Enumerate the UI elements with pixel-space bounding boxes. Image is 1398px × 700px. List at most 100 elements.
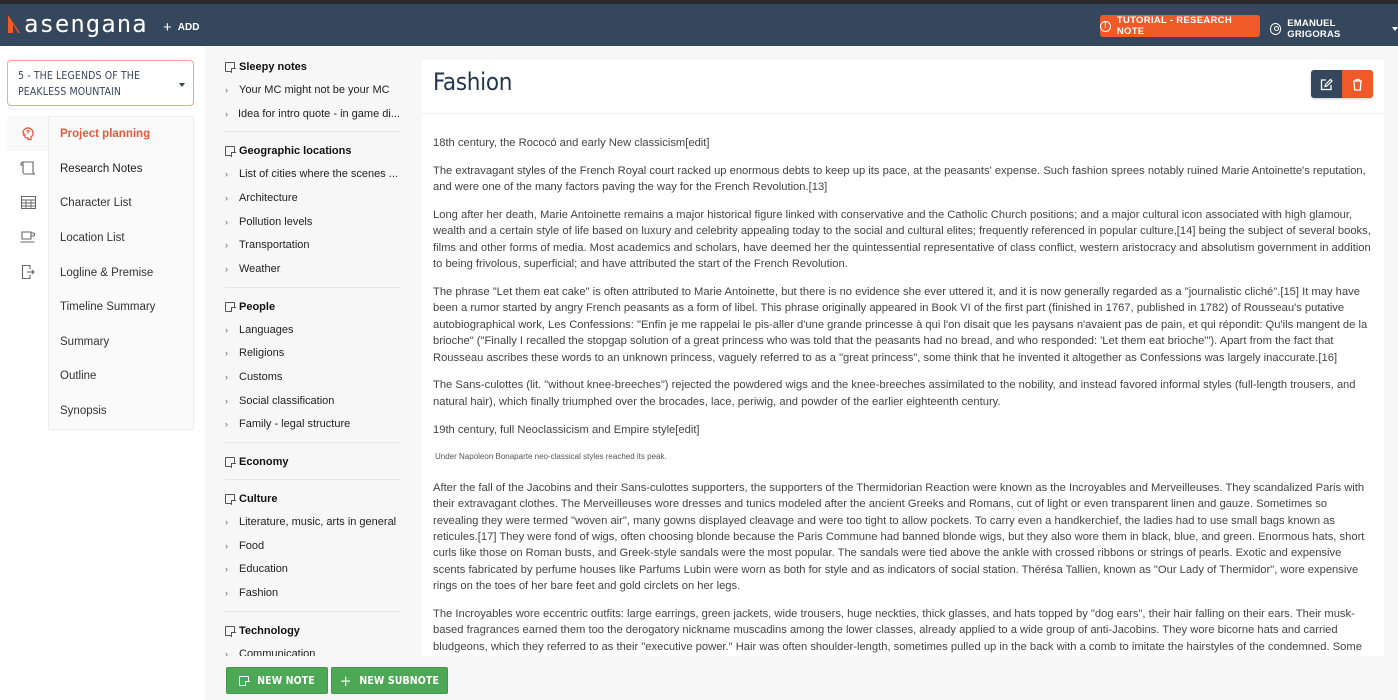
user-menu[interactable]: EMANUEL GRIGORAS [1270,18,1398,40]
note-item[interactable]: › List of cities where the scenes ... [225,162,400,186]
sidebar-icon-table[interactable] [7,185,49,220]
note-item[interactable]: › Architecture [225,186,400,210]
note-item[interactable]: › Weather [225,257,400,281]
note-item[interactable]: › Religions [225,342,400,366]
sidebar-item-summary[interactable]: Summary [49,325,193,360]
note-item[interactable]: › Family - legal structure [225,413,400,437]
note-item[interactable]: › Literature, music, arts in general [225,510,400,534]
note-content: Fashion 18th century, the Rococó and ear… [422,60,1384,700]
note-group: Culture › Literature, music, arts in gene… [205,488,420,605]
note-body[interactable]: 18th century, the Rococó and early New c… [433,135,1373,683]
sidebar-icon-column [7,116,49,289]
note-group-title: People [239,300,276,313]
sidebar-icon-research[interactable] [7,151,49,186]
note-item-label: Communication [239,647,316,656]
note-group-header[interactable]: Culture [225,488,400,510]
sidebar-icon-export[interactable] [7,254,49,289]
note-item[interactable]: › Transportation [225,233,400,257]
divider [225,131,400,133]
chevron-right-icon: › [225,324,228,335]
sidebar-item-project-planning[interactable]: Project planning [49,117,193,152]
note-item-label: Religions [239,347,285,360]
paragraph: Long after her death, Marie Antoinette r… [433,209,1371,271]
sidebar-item-logline-premise[interactable]: Logline & Premise [49,255,193,290]
sidebar-item-character-list[interactable]: Character List [49,186,193,221]
note-group-header[interactable]: Economy [225,451,400,473]
divider [225,611,400,612]
note-item-label: Weather [239,262,281,275]
chevron-right-icon: › [225,240,228,251]
sticky-note-icon [225,62,236,73]
top-navbar: asengana + ADD ! TUTORIAL - RESEARCH NOT… [0,0,1398,46]
logo-mark-icon [8,15,22,33]
note-item-label: Fashion [239,587,279,600]
sidebar-nav: Project planning Research Notes Characte… [48,116,194,430]
scrollbar-track[interactable] [1384,60,1398,656]
note-group-header[interactable]: Geographic locations [225,140,400,162]
section-heading: 18th century, the Rococó and early New c… [433,137,710,149]
new-subnote-label: NEW SUBNOTE [359,674,440,687]
divider [225,442,400,444]
note-group-title: Culture [239,493,278,506]
edit-button[interactable] [1311,70,1342,98]
note-item[interactable]: › Food [225,534,400,558]
tutorial-button[interactable]: ! TUTORIAL - RESEARCH NOTE [1100,15,1260,37]
sticky-note-icon [225,146,236,157]
add-button[interactable]: + ADD [163,19,199,36]
sticky-note-icon [225,626,236,637]
note-group: Economy [205,451,420,473]
sidebar-item-synopsis[interactable]: Synopsis [49,394,193,429]
sticky-note-icon [225,494,236,505]
note-item[interactable]: › Idea for intro quote - in game di... [225,102,400,126]
delete-button[interactable] [1342,70,1373,98]
chevron-right-icon: › [225,372,228,383]
new-subnote-button[interactable]: + NEW SUBNOTE [331,667,448,694]
note-item-label: List of cities where the scenes ... [239,168,398,181]
left-panel: 5 - THE LEGENDS OF THE PEAKLESS MOUNTAIN… [0,46,205,700]
note-group: Geographic locations › List of cities whe… [205,140,420,280]
logo[interactable]: asengana [8,12,148,36]
note-group-header[interactable]: Sleepy notes [225,56,400,78]
project-select[interactable]: 5 - THE LEGENDS OF THE PEAKLESS MOUNTAIN [7,60,194,106]
note-item[interactable]: › Communication [225,642,400,656]
chevron-right-icon: › [225,108,228,119]
new-note-button[interactable]: NEW NOTE [226,667,328,694]
note-item[interactable]: › Languages [225,318,400,342]
user-name: EMANUEL GRIGORAS [1287,18,1341,40]
note-item[interactable]: › Social classification [225,389,400,413]
note-item-label: Literature, music, arts in general [239,516,397,529]
chevron-right-icon: › [225,348,228,359]
bottom-action-bar: NEW NOTE + NEW SUBNOTE [205,656,1398,700]
chevron-down-icon [179,83,185,87]
sidebar-item-location-list[interactable]: Location List [49,221,193,256]
paragraph: The phrase "Let them eat cake" is often … [433,286,1368,364]
section-heading: 19th century, full Neoclassicism and Emp… [433,423,700,436]
image-caption: Under Napoleon Bonaparte neo-classical s… [435,452,667,462]
paragraph: The Sans-culottes (lit. "without knee-br… [433,379,1356,408]
note-group-header[interactable]: Technology [225,620,400,642]
sidebar-item-outline[interactable]: Outline [49,359,193,394]
paragraph: The extravagant styles of the French Roy… [433,164,1366,194]
chevron-right-icon: › [225,216,228,227]
note-group: Technology ›Communication ›Weapons [205,620,420,656]
note-group-header[interactable]: People [225,296,400,318]
sidebar-icon-project-planning[interactable] [7,116,49,151]
chevron-down-icon [1392,27,1398,31]
note-item[interactable]: › Education [225,558,400,582]
note-item-label: Food [239,539,265,552]
note-title: Fashion [433,68,513,96]
note-item[interactable]: › Customs [225,365,400,389]
note-item[interactable]: › Your MC might not be your MC [225,78,400,102]
note-item-active[interactable]: › Fashion [225,581,400,605]
note-group: Sleepy notes › Your MC might not be your … [205,56,420,125]
trash-icon [1353,78,1362,91]
chevron-right-icon: › [225,84,228,95]
logo-text: asengana [24,10,148,38]
plus-icon: + [163,19,172,36]
note-item-label: Languages [239,323,294,336]
note-item[interactable]: › Pollution levels [225,210,400,234]
sidebar-icon-coffee[interactable] [7,220,49,255]
sidebar-item-timeline-summary[interactable]: Timeline Summary [49,290,193,325]
sidebar-item-research-notes[interactable]: Research Notes [49,152,193,187]
chevron-right-icon: › [225,192,228,203]
